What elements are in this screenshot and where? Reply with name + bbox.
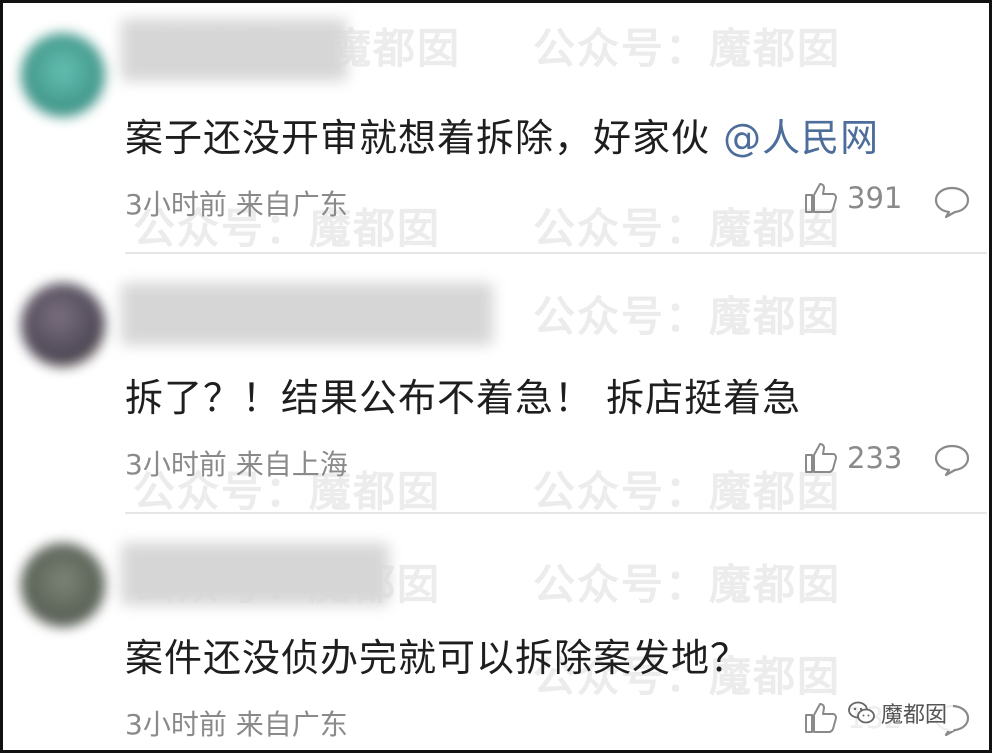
- like-count: 391: [847, 181, 903, 215]
- comment-item: 案子还没开审就想着拆除，好家伙 @人民网 3小时前 来自广东 391: [3, 3, 989, 255]
- comment-text: 案件还没侦办完就可以拆除案发地？: [125, 627, 749, 682]
- avatar[interactable]: [21, 33, 105, 117]
- speech-bubble-icon[interactable]: [933, 443, 971, 477]
- wechat-icon: [848, 701, 875, 724]
- comment-screenshot-frame: 公众号：魔都囡 公众号：魔都囡 公众号：魔都囡 公众号：魔都囡 公众号：魔都囡 …: [0, 0, 992, 753]
- divider: [125, 512, 987, 514]
- thumbs-up-icon: [805, 183, 837, 213]
- comment-text: 案子还没开审就想着拆除，好家伙 @人民网: [125, 107, 879, 162]
- source-badge: 魔都囡: [841, 695, 954, 731]
- username-blurred[interactable]: [121, 19, 347, 81]
- comment-body: 案件还没侦办完就可以拆除案发地？: [125, 636, 750, 680]
- comment-meta: 3小时前 来自广东: [125, 183, 348, 223]
- username-blurred[interactable]: [121, 283, 493, 345]
- thumbs-up-icon: [805, 703, 837, 733]
- comment-time: 3小时前: [125, 708, 227, 741]
- comment-location: 来自广东: [235, 708, 348, 741]
- avatar[interactable]: [21, 283, 105, 367]
- comment-meta: 3小时前 来自广东: [125, 703, 348, 743]
- comment-body: 案子还没开审就想着拆除，好家伙: [125, 116, 724, 160]
- like-button[interactable]: 391: [803, 181, 902, 215]
- comment-location: 来自上海: [235, 448, 348, 481]
- comment-body: 拆了？！结果公布不着急！ 拆店挺着急: [125, 376, 802, 420]
- comment-time: 3小时前: [125, 188, 227, 221]
- thumbs-up-icon: [805, 443, 837, 473]
- divider: [125, 252, 987, 254]
- like-button[interactable]: 233: [803, 441, 902, 475]
- username-blurred[interactable]: [121, 543, 389, 605]
- comment-text: 拆了？！结果公布不着急！ 拆店挺着急: [125, 367, 801, 422]
- comment-location: 来自广东: [235, 188, 348, 221]
- comment-time: 3小时前: [125, 448, 227, 481]
- mention-link[interactable]: @人民网: [723, 116, 879, 160]
- comment-meta: 3小时前 来自上海: [125, 443, 348, 483]
- comment-item: 拆了？！结果公布不着急！ 拆店挺着急 3小时前 来自上海 233: [3, 255, 989, 515]
- speech-bubble-icon[interactable]: [933, 185, 971, 219]
- badge-label: 魔都囡: [881, 703, 948, 728]
- like-count: 233: [847, 441, 903, 475]
- avatar[interactable]: [21, 543, 105, 627]
